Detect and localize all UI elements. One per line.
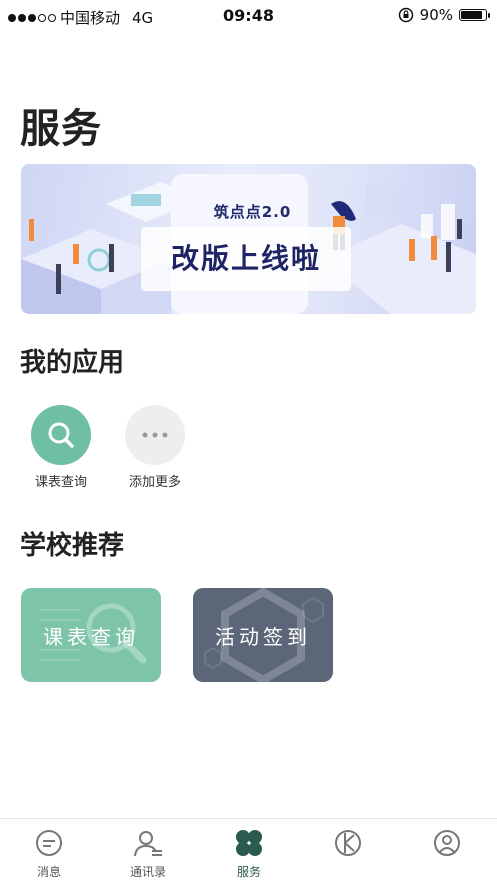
status-bar: 中国移动 4G 09:48 90% (0, 0, 497, 32)
card-course-schedule[interactable]: 课表查询 (21, 588, 161, 682)
tab-contacts[interactable]: 通讯录 (108, 819, 188, 884)
tab-services[interactable]: 服务 (209, 819, 289, 884)
services-icon (236, 830, 262, 856)
card-activity-checkin[interactable]: 活动签到 (193, 588, 333, 682)
orientation-lock-icon (398, 7, 413, 23)
card-label: 活动签到 (215, 624, 311, 649)
message-icon (36, 830, 62, 856)
tab-bar: 消息 通讯录 服务 (0, 818, 497, 884)
contacts-icon (134, 831, 162, 857)
tab-discover[interactable] (308, 819, 388, 884)
search-icon (31, 405, 91, 465)
recommend-title: 学校推荐 (20, 531, 125, 561)
battery-percent: 90% (419, 6, 453, 24)
banner-headline: 改版上线啦 (141, 227, 351, 291)
tab-label: 服务 (236, 865, 261, 879)
app-label: 添加更多 (128, 475, 181, 490)
tab-label: 消息 (36, 865, 61, 879)
profile-icon (434, 830, 460, 856)
more-icon (125, 405, 185, 465)
app-course-schedule[interactable]: 课表查询 (21, 405, 101, 490)
tab-profile[interactable] (407, 819, 487, 884)
discover-icon (335, 830, 361, 856)
my-apps-title: 我的应用 (20, 348, 125, 378)
tab-messages[interactable]: 消息 (9, 819, 89, 884)
banner-subtitle: 筑点点2.0 (213, 203, 292, 221)
card-label: 课表查询 (43, 624, 139, 649)
tab-label: 通讯录 (129, 865, 166, 879)
app-add-more[interactable]: 添加更多 (115, 405, 195, 490)
promo-banner[interactable]: 筑点点2.0 改版上线啦 (21, 164, 476, 314)
app-label: 课表查询 (34, 475, 87, 490)
page-title: 服务 (20, 106, 102, 152)
battery-icon (459, 9, 490, 21)
